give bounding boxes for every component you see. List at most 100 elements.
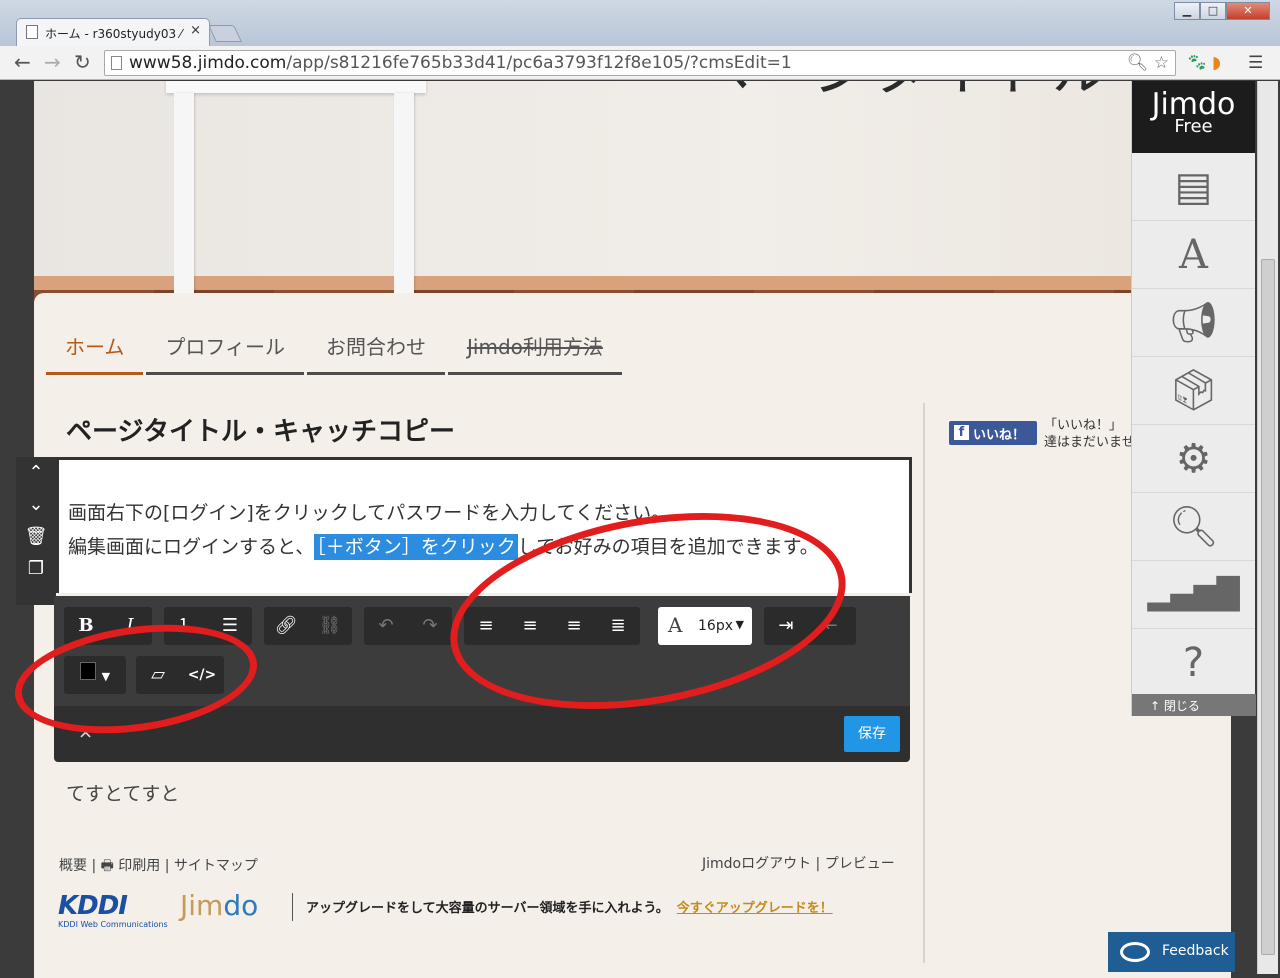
editor-line-2-rest: してお好みの項目を追加できます。	[517, 536, 819, 558]
close-editor-icon[interactable]: ×	[78, 722, 93, 743]
body-text[interactable]: てすとてすと	[66, 779, 179, 806]
nav-item-contact[interactable]: お問合わせ	[307, 305, 446, 375]
feedback-button[interactable]: Feedback	[1108, 932, 1235, 972]
upgrade-separator	[292, 893, 293, 921]
text-color-picker[interactable]: ▼	[64, 656, 126, 694]
bold-icon[interactable]: B	[64, 607, 108, 645]
editor-line-2-text: 編集画面にログインすると、	[68, 536, 315, 558]
kddi-logo[interactable]: KDDI	[58, 891, 128, 921]
code-icon[interactable]: </>	[180, 656, 224, 694]
color-group: ▼	[64, 656, 126, 694]
package-icon[interactable]: 📦︎	[1132, 357, 1255, 425]
panel-close-button[interactable]: ↑ 閉じる	[1132, 694, 1256, 716]
url-host: www58.jimdo.com	[129, 53, 287, 73]
align-left-icon[interactable]: ≡	[464, 607, 508, 645]
facebook-icon: f	[954, 425, 969, 440]
paw-extension-icon[interactable]: 🐾︎	[1186, 53, 1208, 73]
close-window-button[interactable]: ✕	[1226, 2, 1270, 20]
footer-link-sitemap[interactable]: サイトマップ	[174, 858, 258, 874]
copy-icon[interactable]: ❐	[16, 553, 56, 585]
upgrade-banner: アップグレードをして大容量のサーバー領域を手に入れよう。 今すぐアップグレードを！	[306, 897, 833, 916]
move-up-icon[interactable]: ⌃	[16, 457, 56, 489]
jimdo-logo[interactable]: Jimdo	[180, 889, 258, 922]
upgrade-text: アップグレードをして大容量のサーバー領域を手に入れよう。	[306, 901, 669, 916]
address-bar[interactable]: www58.jimdo.com/app/s81216fe765b33d41/pc…	[104, 50, 1176, 76]
sidebar-divider	[923, 403, 925, 963]
redo-icon[interactable]: ↷	[408, 607, 452, 645]
reload-icon[interactable]: ↻	[74, 52, 91, 72]
footer-right-links: Jimdoログアウト | プレビュー	[702, 856, 895, 872]
upgrade-link[interactable]: 今すぐアップグレードを！	[677, 901, 833, 916]
logout-link[interactable]: Jimdoログアウト	[702, 856, 811, 872]
save-button[interactable]: 保存	[844, 716, 900, 752]
printer-icon: 🖶︎	[100, 858, 114, 874]
page-icon	[26, 25, 38, 39]
rss-icon[interactable]: ◗	[1212, 53, 1221, 73]
footer-link-print[interactable]: 印刷用	[118, 858, 160, 874]
layout-icon[interactable]: ▤	[1132, 153, 1255, 221]
unlink-icon[interactable]: ⛓︎	[308, 607, 352, 645]
page-heading[interactable]: ページタイトル・キャッチコピー	[66, 411, 455, 448]
trash-icon[interactable]: 🗑︎	[16, 521, 56, 553]
font-size-select[interactable]: A 16px ▼	[658, 607, 752, 645]
preview-link[interactable]: プレビュー	[825, 856, 895, 872]
facebook-like-button[interactable]: f いいね！	[949, 421, 1037, 445]
jimdo-panel-plan: Free	[1174, 116, 1213, 137]
move-down-icon[interactable]: ⌄	[16, 489, 56, 521]
nav-item-home[interactable]: ホーム	[46, 305, 144, 375]
jimdo-admin-panel: Jimdo Free ▤ A 📢︎ 📦︎ ⚙ 🔍︎ ▂▄▆█ ? ↑ 閉じる	[1131, 81, 1256, 716]
ordered-list-icon[interactable]: ⒈	[164, 607, 208, 645]
align-group: ≡ ≡ ≡ ≣	[464, 607, 640, 645]
italic-icon[interactable]: I	[108, 607, 152, 645]
gear-icon[interactable]: ⚙	[1132, 425, 1255, 493]
outdent-icon[interactable]: ⇤	[808, 607, 852, 645]
facebook-like-label: いいね！	[973, 428, 1026, 443]
text-editor[interactable]: 画面右下の[ログイン]をクリックしてパスワードを入力してください。 編集画面にロ…	[56, 457, 912, 593]
color-swatch	[79, 662, 96, 680]
minimize-button[interactable]: ▁	[1174, 2, 1200, 20]
kddi-logo-sub: KDDI Web Communications	[58, 920, 168, 929]
jimdo-logo-do: do	[223, 889, 259, 922]
rich-text-toolbar: B I ⒈ ☰ 🔗︎ ⛓︎ ↶ ↷ ≡ ≡ ≡ ≣ A 16px ▼ ⇥ ⇤ ▼…	[54, 596, 910, 706]
unordered-list-icon[interactable]: ☰	[208, 607, 252, 645]
seo-search-icon[interactable]: 🔍︎	[1132, 493, 1255, 561]
indent-group: ⇥ ⇤	[764, 607, 856, 645]
zoom-star-icons[interactable]: 🔍︎ ☆	[1127, 53, 1169, 73]
menu-icon[interactable]: ☰	[1248, 53, 1263, 73]
eraser-icon[interactable]: ▱	[136, 656, 180, 694]
stats-icon[interactable]: ▂▄▆█	[1132, 561, 1255, 629]
editor-line-1: 画面右下の[ログイン]をクリックしてパスワードを入力してください。	[68, 502, 671, 524]
style-icon[interactable]: A	[1132, 221, 1255, 289]
back-arrow-icon[interactable]: ←	[14, 52, 31, 72]
indent-icon[interactable]: ⇥	[764, 607, 808, 645]
font-size-value: 16px	[698, 618, 733, 634]
help-icon[interactable]: ?	[1132, 629, 1255, 697]
undo-icon[interactable]: ↶	[364, 607, 408, 645]
scrollbar-thumb[interactable]	[1261, 259, 1275, 955]
history-group: ↶ ↷	[364, 607, 452, 645]
align-right-icon[interactable]: ≡	[552, 607, 596, 645]
align-justify-icon[interactable]: ≣	[596, 607, 640, 645]
scrollbar[interactable]	[1257, 81, 1278, 974]
new-tab-button[interactable]	[208, 25, 242, 42]
browser-titlebar: ホーム - r360styudy03 ⁄ × ▁ □ ✕	[0, 0, 1280, 46]
nav-item-jimdo-usage[interactable]: Jimdo利用方法	[448, 305, 622, 375]
editor-footer: × 保存	[54, 706, 910, 762]
browser-tab[interactable]: ホーム - r360styudy03 ⁄ ×	[16, 18, 210, 46]
footer-links: 概要 | 🖶︎ 印刷用 | サイトマップ	[59, 858, 258, 874]
page-icon	[111, 56, 122, 70]
footer-link-overview[interactable]: 概要	[59, 858, 87, 874]
tab-close-icon[interactable]: ×	[190, 23, 201, 38]
megaphone-icon[interactable]: 📢︎	[1132, 289, 1255, 357]
misc-group: ▱ </>	[136, 656, 224, 694]
window-controls: ▁ □ ✕	[1174, 2, 1270, 20]
align-center-icon[interactable]: ≡	[508, 607, 552, 645]
stool-leg	[394, 93, 414, 323]
link-icon[interactable]: 🔗︎	[264, 607, 308, 645]
maximize-button[interactable]: □	[1200, 2, 1226, 20]
jimdo-logo-jim: Jim	[180, 889, 224, 922]
header-title: ページタイトル	[694, 81, 1112, 107]
nav-item-profile[interactable]: プロフィール	[146, 305, 305, 375]
forward-arrow-icon[interactable]: →	[44, 52, 61, 72]
content-area: ホーム プロフィール お問合わせ Jimdo利用方法 ページタイトル・キャッチコ…	[16, 293, 1231, 978]
